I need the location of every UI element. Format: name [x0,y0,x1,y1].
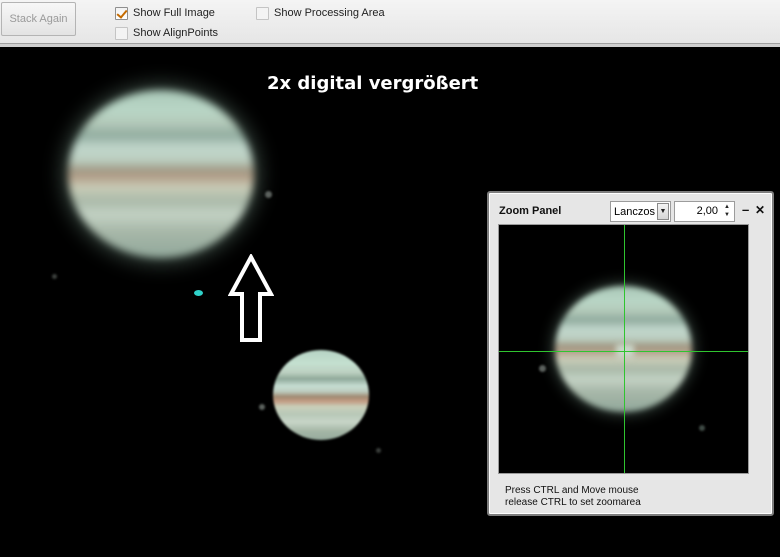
zoom-factor-input[interactable]: 2,00 ▲ ▼ [674,201,735,222]
chevron-down-icon[interactable]: ▼ [657,203,669,220]
zoom-factor-value: 2,00 [696,205,718,217]
checkbox-empty-icon[interactable] [256,6,269,20]
zoom-panel[interactable]: Zoom Panel Lanczos ▼ 2,00 ▲ ▼ – ✕ Press C… [487,191,774,516]
close-button[interactable]: ✕ [755,203,765,217]
minimize-button[interactable]: – [742,202,749,217]
hint-line: release CTRL to set zoomarea [505,497,641,508]
moon-dot [376,448,381,453]
show-full-image-label: Show Full Image [133,7,215,19]
zoom-filter-value: Lanczos [614,205,655,218]
toolbar: Stack Again Show Full Image Show Process… [0,0,780,47]
stack-again-button[interactable]: Stack Again [1,2,76,36]
show-alignpoints-checkbox[interactable]: Show AlignPoints [115,26,218,40]
zoom-filter-select[interactable]: Lanczos ▼ [610,201,671,222]
crosshair-vertical [624,225,625,473]
zoom-view[interactable] [498,224,749,474]
show-full-image-checkbox[interactable]: Show Full Image [115,6,215,20]
moon-dot [52,274,57,279]
zoom-panel-header: Zoom Panel Lanczos ▼ 2,00 ▲ ▼ – ✕ [489,193,772,223]
jupiter-original-image [273,350,369,440]
moon-dot [699,425,705,431]
moon-dot [539,365,546,372]
image-caption: 2x digital vergrößert [267,73,479,94]
show-processing-area-label: Show Processing Area [274,7,385,19]
moon-dot [259,404,265,410]
show-processing-area-checkbox[interactable]: Show Processing Area [256,6,385,20]
moon-dot [265,191,272,198]
moon-dot [194,290,203,296]
checkbox-empty-icon[interactable] [115,26,128,40]
zoom-panel-hint: Press CTRL and Move mouse release CTRL t… [505,485,641,509]
spin-updown-icon[interactable]: ▲ ▼ [722,203,732,220]
check-icon[interactable] [115,6,128,20]
hint-line: Press CTRL and Move mouse [505,485,639,496]
show-alignpoints-label: Show AlignPoints [133,27,218,39]
jupiter-enlarged-image [68,90,254,258]
zoom-panel-title: Zoom Panel [499,205,562,217]
up-arrow-icon [228,254,274,342]
